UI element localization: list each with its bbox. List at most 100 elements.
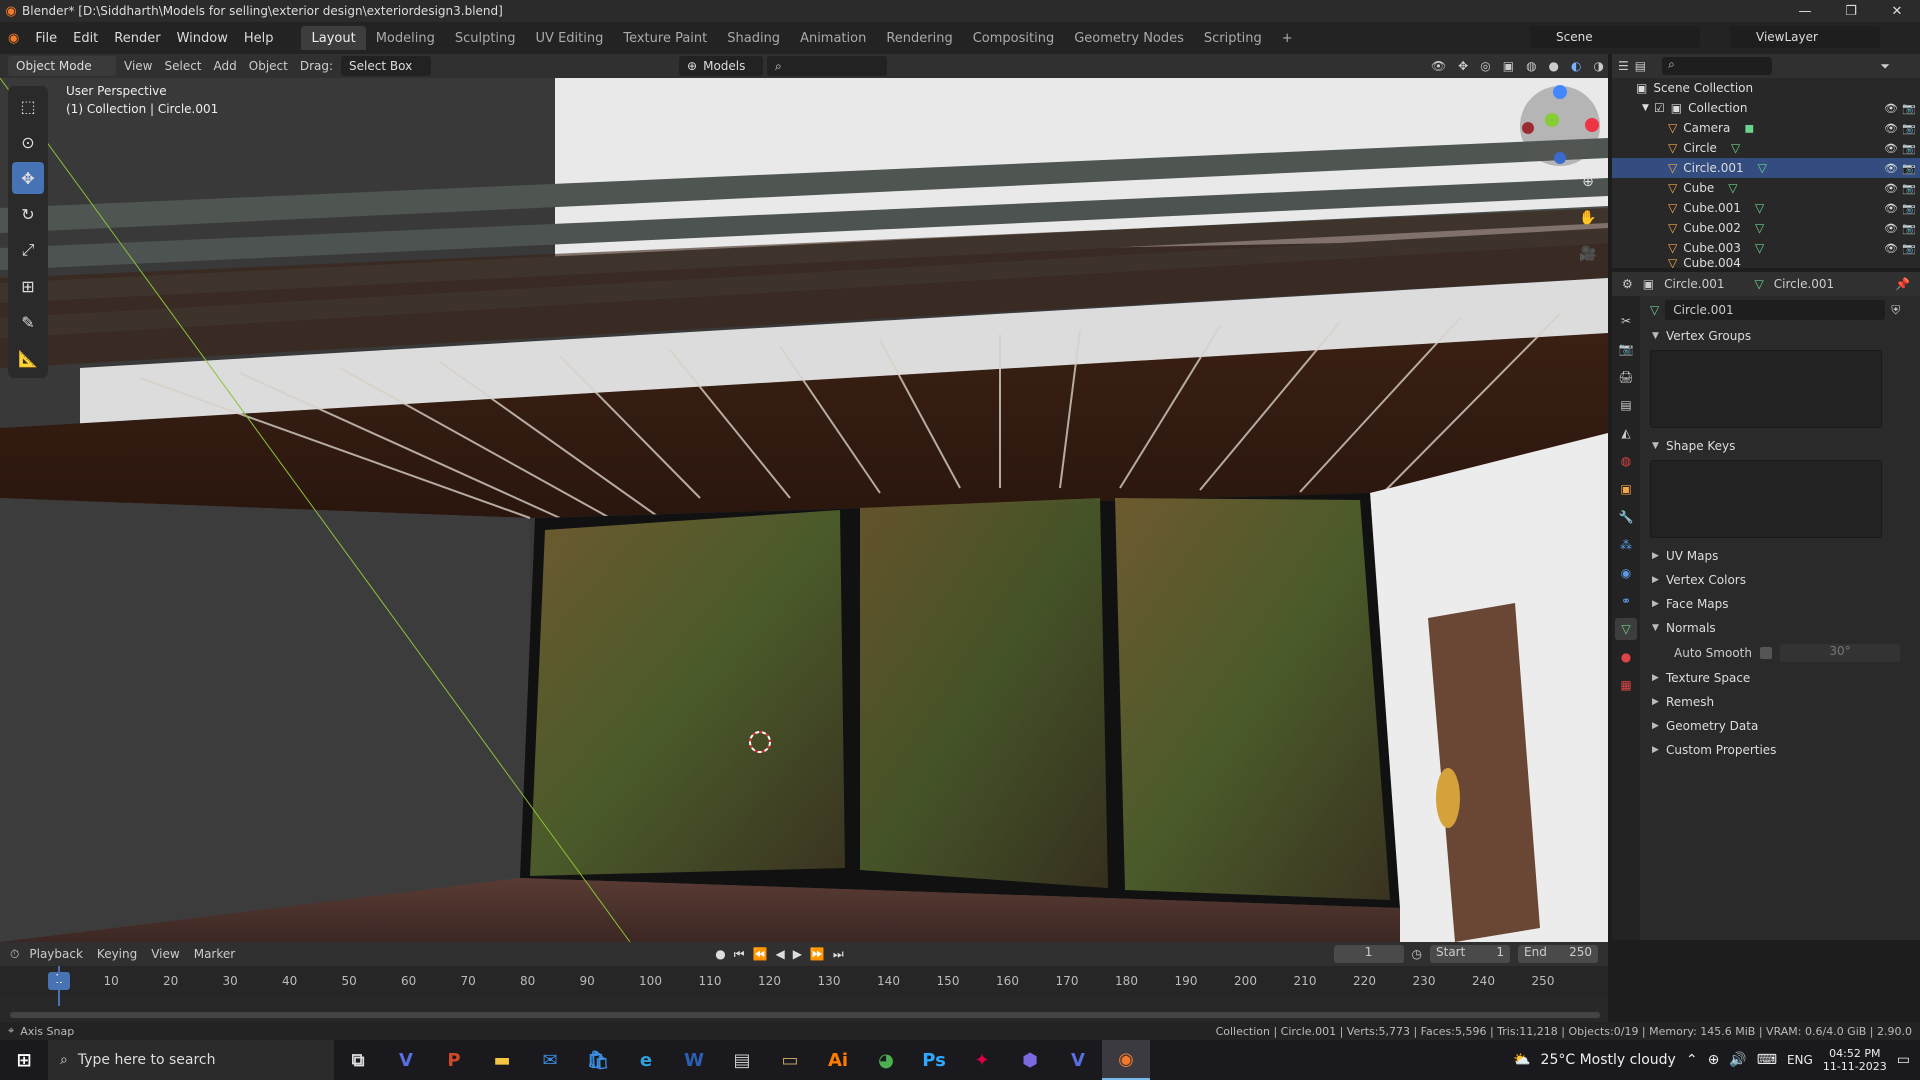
close-button[interactable]: ✕ [1874,0,1920,22]
properties-data-name[interactable]: Circle.001 [1774,277,1834,291]
panel-face-maps[interactable]: ▶ Face Maps [1640,592,1920,616]
eye-icon[interactable]: 👁 [1884,242,1898,255]
eye-icon[interactable]: 👁 [1884,222,1898,235]
overlay-icon[interactable]: ◎ [1476,59,1494,73]
menu-view[interactable]: View [120,59,156,73]
tab-scripting[interactable]: Scripting [1194,26,1272,50]
render-shading-icon[interactable]: ◑ [1590,59,1608,73]
blender-menu-icon[interactable]: ◉ [0,22,27,54]
camera-render-icon[interactable]: 📷 [1902,222,1916,235]
prev-keyframe-icon[interactable]: ⏪ [753,947,768,962]
object-tab-icon[interactable]: ▣ [1615,478,1637,500]
tab-texture-paint[interactable]: Texture Paint [613,26,717,50]
eye-icon[interactable]: 👁 [1884,202,1898,215]
3d-viewport[interactable]: User Perspective (1) Collection | Circle… [0,78,1608,942]
timeline-editor-icon[interactable]: ⏱ [10,947,19,962]
maximize-button[interactable]: ❐ [1828,0,1874,22]
taskbar-search-input[interactable]: ⌕ Type here to search [48,1040,334,1080]
weather-text[interactable]: 25°C Mostly cloudy [1541,1052,1676,1068]
ortho-grid-icon[interactable]: ▦ [1574,276,1602,304]
scene-collection-row[interactable]: ▣ Scene Collection [1612,78,1920,98]
tab-modeling[interactable]: Modeling [366,26,445,50]
next-keyframe-icon[interactable]: ⏩ [810,947,825,962]
move-tool-icon[interactable]: ✥ [12,162,44,194]
menu-playback[interactable]: Playback [25,947,87,961]
outliner-item-cube-004[interactable]: ▽ Cube.004 [1612,258,1920,268]
menu-keying[interactable]: Keying [93,947,141,961]
minimize-button[interactable]: — [1782,0,1828,22]
menu-help[interactable]: Help [236,22,282,54]
panel-remesh[interactable]: ▶ Remesh [1640,690,1920,714]
mesh-name-field[interactable]: Circle.001 [1665,300,1886,320]
solid-shading-icon[interactable]: ● [1545,59,1563,73]
outliner-item-camera[interactable]: ▽ Camera ◼ 👁 📷 [1612,118,1920,138]
tab-rendering[interactable]: Rendering [876,26,962,50]
camera-render-icon[interactable]: 📷 [1902,142,1916,155]
menu-add[interactable]: Add [210,59,241,73]
tab-shading[interactable]: Shading [717,26,790,50]
record-icon[interactable]: ● [715,947,725,962]
physics-tab-icon[interactable]: ◉ [1615,562,1637,584]
modifier-tab-icon[interactable]: 🔧 [1615,506,1637,528]
clock-icon[interactable]: ◷ [1412,947,1422,961]
camera-render-icon[interactable]: 📷 [1902,122,1916,135]
tab-compositing[interactable]: Compositing [963,26,1065,50]
menu-select[interactable]: Select [160,59,205,73]
task-view-icon[interactable]: ⧉ [334,1040,382,1080]
checkbox-icon[interactable]: ☑ [1654,101,1665,115]
file-explorer-icon[interactable]: ▬ [478,1040,526,1080]
edge-icon[interactable]: e [622,1040,670,1080]
photoshop-icon[interactable]: Ps [910,1040,958,1080]
scale-tool-icon[interactable]: ⤢ [12,234,44,266]
outliner-item-cube-001[interactable]: ▽ Cube.001 ▽ 👁 📷 [1612,198,1920,218]
tab-sculpting[interactable]: Sculpting [445,26,526,50]
viewport-search-input[interactable]: ⌕ [767,56,888,76]
eye-icon[interactable]: 👁 [1884,142,1898,155]
illustrator-icon[interactable]: Ai [814,1040,862,1080]
tab-animation[interactable]: Animation [790,26,876,50]
menu-render[interactable]: Render [106,22,168,54]
drag-select-box[interactable]: Select Box [341,56,432,76]
panel-vertex-groups[interactable]: ▼ Vertex Groups [1640,324,1920,348]
outliner-item-cube[interactable]: ▽ Cube ▽ 👁 📷 [1612,178,1920,198]
play-icon[interactable]: ▶ [793,947,802,962]
folder-icon[interactable]: ▭ [766,1040,814,1080]
tool-tab-icon[interactable]: ✂ [1615,310,1637,332]
menu-edit[interactable]: Edit [65,22,106,54]
outliner-item-cube-002[interactable]: ▽ Cube.002 ▽ 👁 📷 [1612,218,1920,238]
panel-texture-space[interactable]: ▶ Texture Space [1640,666,1920,690]
render-tab-icon[interactable]: 📷 [1615,338,1637,360]
outliner-search-input[interactable]: ⌕ [1662,57,1773,75]
outliner-item-cube-003[interactable]: ▽ Cube.003 ▽ 👁 📷 [1612,238,1920,258]
weather-icon[interactable]: ⛅ [1513,1052,1530,1068]
camera-view-icon[interactable]: 🎥 [1574,240,1602,268]
eye-icon[interactable]: 👁 [1884,162,1898,175]
view-layer-tab-icon[interactable]: ▤ [1615,394,1637,416]
tab-uv-editing[interactable]: UV Editing [526,26,614,50]
transform-tool-icon[interactable]: ⊞ [12,270,44,302]
notepad-icon[interactable]: ▤ [718,1040,766,1080]
menu-marker[interactable]: Marker [190,947,239,961]
generic-app-icon[interactable]: ✦ [958,1040,1006,1080]
vertex-groups-list[interactable] [1650,350,1882,428]
chevron-up-icon[interactable]: ⌃ [1686,1052,1698,1068]
blender-taskbar-icon[interactable]: ◉ [1102,1040,1150,1080]
collection-row[interactable]: ▼ ☑ ▣ Collection 👁 📷 [1612,98,1920,118]
timeline-scrollbar[interactable] [10,1012,1600,1018]
scene-tab-icon[interactable]: ◭ [1615,422,1637,444]
particles-tab-icon[interactable]: ⁂ [1615,534,1637,556]
word-icon[interactable]: W [670,1040,718,1080]
volume-icon[interactable]: 🔊 [1729,1052,1746,1068]
panel-vertex-colors[interactable]: ▶ Vertex Colors [1640,568,1920,592]
jump-end-icon[interactable]: ⏭ [833,947,844,962]
panel-uv-maps[interactable]: ▶ UV Maps [1640,544,1920,568]
fake-user-shield-icon[interactable]: ⛨ [1891,303,1900,318]
display-mode-icon[interactable]: ▤ [1635,59,1646,73]
outliner-editor-icon[interactable]: ☰ [1618,59,1629,73]
panel-shape-keys[interactable]: ▼ Shape Keys [1640,434,1920,458]
properties-object-name[interactable]: Circle.001 [1664,277,1724,291]
windows-start-icon[interactable]: ⊞ [0,1040,48,1080]
jump-start-icon[interactable]: ⏮ [734,947,745,962]
visibility-icon[interactable]: 👁 [1427,59,1450,73]
camera-render-icon[interactable]: 📷 [1902,182,1916,195]
